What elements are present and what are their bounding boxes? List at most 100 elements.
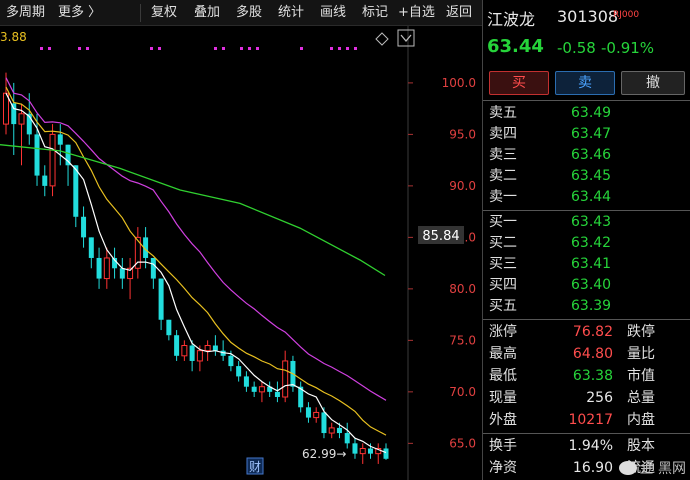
finance-badge-label: 财 — [249, 460, 261, 474]
overlay-button[interactable]: 叠加 — [194, 0, 220, 26]
stat-value: 256 — [586, 390, 613, 406]
bid-row[interactable]: 买一 63.43 — [483, 212, 690, 233]
last-price: 63.44 — [487, 36, 544, 57]
ask-row[interactable]: 卖二 63.45 — [483, 166, 690, 187]
top-left-value: 3.88 — [0, 30, 27, 44]
sell-button[interactable]: 卖 — [555, 71, 615, 95]
candle-body — [73, 165, 79, 217]
candle-body — [81, 216, 87, 238]
ask-row[interactable]: 卖五 63.49 — [483, 103, 690, 124]
candle-body — [96, 257, 102, 279]
bid-price: 63.41 — [571, 256, 612, 272]
candle-body — [119, 268, 125, 279]
stat-label: 外盘 — [489, 412, 517, 428]
candle-body — [274, 391, 280, 397]
stat-label: 跌停 — [627, 324, 655, 340]
candle-body — [243, 376, 249, 387]
kline-chart[interactable]: 100.095.090.085.080.075.070.065.03.8885.… — [0, 26, 482, 480]
kline-svg: 100.095.090.085.080.075.070.065.03.8885.… — [0, 26, 476, 480]
stat-label: 量比 — [627, 346, 655, 362]
ma5-line — [5, 92, 387, 454]
bid-price: 63.40 — [571, 277, 612, 293]
stat-row: 最低 63.38 市值 — [483, 365, 690, 387]
signal-dot — [338, 47, 341, 50]
candle-body — [228, 355, 234, 367]
bid-row[interactable]: 买四 63.40 — [483, 275, 690, 296]
ask-price: 63.46 — [571, 147, 612, 163]
candle-body — [212, 345, 218, 351]
stat-label: 最低 — [489, 368, 517, 384]
candle-body — [383, 448, 389, 459]
candle-body — [174, 335, 180, 356]
ask-label: 卖四 — [489, 126, 517, 142]
stat-label: 市值 — [627, 368, 655, 384]
ask-row[interactable]: 卖三 63.46 — [483, 145, 690, 166]
stat-label: 总量 — [627, 390, 655, 406]
candle-body — [336, 427, 342, 434]
statistics-button[interactable]: 统计 — [278, 0, 304, 26]
candle-body — [258, 386, 265, 393]
more-menu-button[interactable]: 更多 〉 — [58, 0, 101, 26]
multi-stock-button[interactable]: 多股 — [236, 0, 262, 26]
stat-value: 76.82 — [572, 324, 613, 340]
watermark-text: 金 黑网 — [639, 461, 686, 477]
mark-button[interactable]: 标记 — [362, 0, 388, 26]
quote-panel: 江波龙 301308 RJ000 63.44 -0.58 -0.91% 买 卖 … — [482, 0, 690, 480]
adjust-button[interactable]: 复权 — [151, 0, 177, 26]
ask-label: 卖二 — [489, 168, 517, 184]
divider — [483, 100, 690, 101]
stat-label: 换手 — [489, 438, 517, 454]
stat-label: 涨停 — [489, 324, 517, 340]
ask-price: 63.47 — [571, 126, 612, 142]
y-tick-label: 95.0 — [449, 127, 476, 141]
stat-value: 16.90 — [572, 460, 613, 476]
signal-dot — [150, 47, 153, 50]
signal-dot — [240, 47, 243, 50]
ask-price: 63.44 — [571, 189, 612, 205]
cancel-order-button[interactable]: 撤 — [621, 71, 685, 95]
diamond-icon — [375, 32, 389, 46]
signal-dot — [300, 47, 303, 50]
bid-row[interactable]: 买二 63.42 — [483, 233, 690, 254]
candle-body — [204, 345, 211, 352]
stat-row: 最高 64.80 量比 — [483, 343, 690, 365]
signal-dot — [346, 47, 349, 50]
candle-body — [181, 345, 188, 357]
candle-body — [251, 386, 257, 392]
price-tag-label: 85.84 — [422, 229, 459, 244]
add-watchlist-button[interactable]: +自选 — [398, 0, 435, 26]
multi-period-button[interactable]: 多周期 — [6, 0, 45, 26]
candle-body — [359, 447, 366, 455]
signal-dot — [256, 47, 259, 50]
signal-dot — [48, 47, 51, 50]
buy-button[interactable]: 买 — [489, 71, 549, 95]
candle-body — [328, 427, 335, 434]
bid-row[interactable]: 买三 63.41 — [483, 254, 690, 275]
ask-price: 63.49 — [571, 105, 612, 121]
ask-row[interactable]: 卖一 63.44 — [483, 187, 690, 208]
back-button[interactable]: 返回 — [446, 0, 472, 26]
signal-dot — [214, 47, 217, 50]
y-tick-label: 80.0 — [449, 282, 476, 296]
divider — [483, 210, 690, 211]
ask-label: 卖五 — [489, 105, 517, 121]
draw-line-button[interactable]: 画线 — [320, 0, 346, 26]
candle-body — [88, 237, 94, 258]
bid-label: 买一 — [489, 214, 517, 230]
candle-body — [150, 257, 156, 279]
stat-label: 最高 — [489, 346, 517, 362]
stat-row: 外盘 10217 内盘 — [483, 409, 690, 431]
y-tick-label: 70.0 — [449, 385, 476, 399]
bid-row[interactable]: 买五 63.39 — [483, 296, 690, 317]
bid-label: 买二 — [489, 235, 517, 251]
ask-label: 卖一 — [489, 189, 517, 205]
signal-dot — [222, 47, 225, 50]
ma20-line — [5, 77, 387, 401]
candle-body — [321, 412, 327, 434]
margin-badge: RJ000 — [613, 10, 640, 20]
candle-body — [158, 278, 164, 320]
signal-dot — [40, 47, 43, 50]
stat-row: 涨停 76.82 跌停 — [483, 321, 690, 343]
ask-row[interactable]: 卖四 63.47 — [483, 124, 690, 145]
bid-label: 买四 — [489, 277, 517, 293]
